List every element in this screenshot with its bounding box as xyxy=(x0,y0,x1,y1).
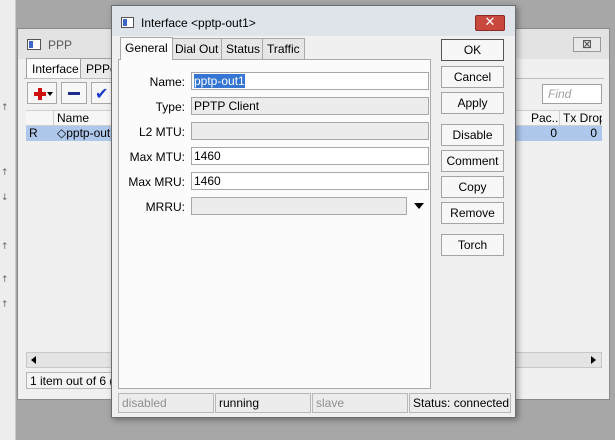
max-mru-field[interactable]: 1460 xyxy=(191,172,429,190)
max-mtu-field[interactable]: 1460 xyxy=(191,147,429,165)
tab-status[interactable]: Status xyxy=(221,38,266,59)
name-value: pptp-out1 xyxy=(194,74,245,88)
strip-arrow-mark: ↑ xyxy=(1,168,9,178)
mrru-field[interactable] xyxy=(191,197,407,215)
strip-arrow-mark: ↑ xyxy=(1,242,9,252)
row-tx-drop: 0 xyxy=(590,126,597,140)
max-mtu-label: Max MTU: xyxy=(129,150,185,164)
dialog-title: Interface <pptp-out1> xyxy=(141,16,256,30)
strip-arrow-mark: ↓ xyxy=(1,193,9,203)
close-button[interactable]: ✕ xyxy=(475,15,505,31)
column-header-rx-packets[interactable]: Pac... xyxy=(528,111,560,126)
copy-button[interactable]: Copy xyxy=(441,176,504,198)
cancel-button[interactable]: Cancel xyxy=(441,66,504,88)
remove-button[interactable]: Remove xyxy=(441,202,504,224)
window-icon xyxy=(121,17,134,28)
l2-mtu-label: L2 MTU: xyxy=(138,125,185,139)
ok-button[interactable]: OK xyxy=(441,39,504,61)
column-header-tx-drop[interactable]: Tx Drop xyxy=(560,111,602,126)
row-flag: R xyxy=(29,126,38,140)
strip-arrow-mark: ↑ xyxy=(1,103,9,113)
strip-arrow-mark: ↑ xyxy=(1,300,9,310)
scroll-left-icon[interactable] xyxy=(31,356,36,364)
tab-dial-out[interactable]: Dial Out xyxy=(170,38,224,59)
dialog-statusbar: disabled running slave Status: connected xyxy=(118,393,511,413)
ppp-window-title: PPP xyxy=(48,38,73,52)
interface-dialog: Interface <pptp-out1> ✕ General Dial Out… xyxy=(111,5,516,418)
checkmark-icon: ✔ xyxy=(95,84,109,103)
disable-button[interactable]: Disable xyxy=(441,124,504,146)
dialog-titlebar[interactable]: Interface <pptp-out1> ✕ xyxy=(112,6,515,36)
comment-button[interactable]: Comment xyxy=(441,150,504,172)
strip-arrow-mark: ↑ xyxy=(1,275,9,285)
remove-button[interactable] xyxy=(61,82,87,104)
name-field[interactable]: pptp-out1 xyxy=(191,72,429,90)
chevron-down-icon[interactable] xyxy=(414,203,424,209)
tab-interface[interactable]: Interface xyxy=(26,58,85,79)
mrru-label: MRRU: xyxy=(145,200,185,214)
type-field: PPTP Client xyxy=(191,97,429,115)
column-header-name[interactable]: Name xyxy=(54,111,114,126)
status-connection: Status: connected xyxy=(409,393,511,413)
row-rx-packets: 0 xyxy=(550,126,557,140)
chevron-down-icon[interactable] xyxy=(47,92,53,96)
apply-button[interactable]: Apply xyxy=(441,92,504,114)
ppp-close-button[interactable]: ⊠ xyxy=(573,37,601,52)
general-panel: Name: pptp-out1 Type: PPTP Client L2 MTU… xyxy=(118,59,431,389)
tab-traffic[interactable]: Traffic xyxy=(262,38,305,59)
status-slave: slave xyxy=(312,393,408,413)
type-label: Type: xyxy=(155,100,185,114)
torch-button[interactable]: Torch xyxy=(441,234,504,256)
window-icon xyxy=(27,39,41,50)
name-label: Name: xyxy=(149,75,185,89)
max-mru-label: Max MRU: xyxy=(128,175,185,189)
column-header-flags[interactable] xyxy=(26,111,54,126)
status-disabled: disabled xyxy=(118,393,214,413)
tab-general[interactable]: General xyxy=(120,37,173,60)
scroll-right-icon[interactable] xyxy=(591,356,596,364)
status-running: running xyxy=(215,393,311,413)
background-app-strip: ↑ ↑ ↓ ↑ ↑ ↑ xyxy=(0,0,16,440)
row-name: ◇pptp-out xyxy=(57,126,111,140)
l2-mtu-field xyxy=(191,122,429,140)
find-input[interactable]: Find xyxy=(542,84,602,104)
